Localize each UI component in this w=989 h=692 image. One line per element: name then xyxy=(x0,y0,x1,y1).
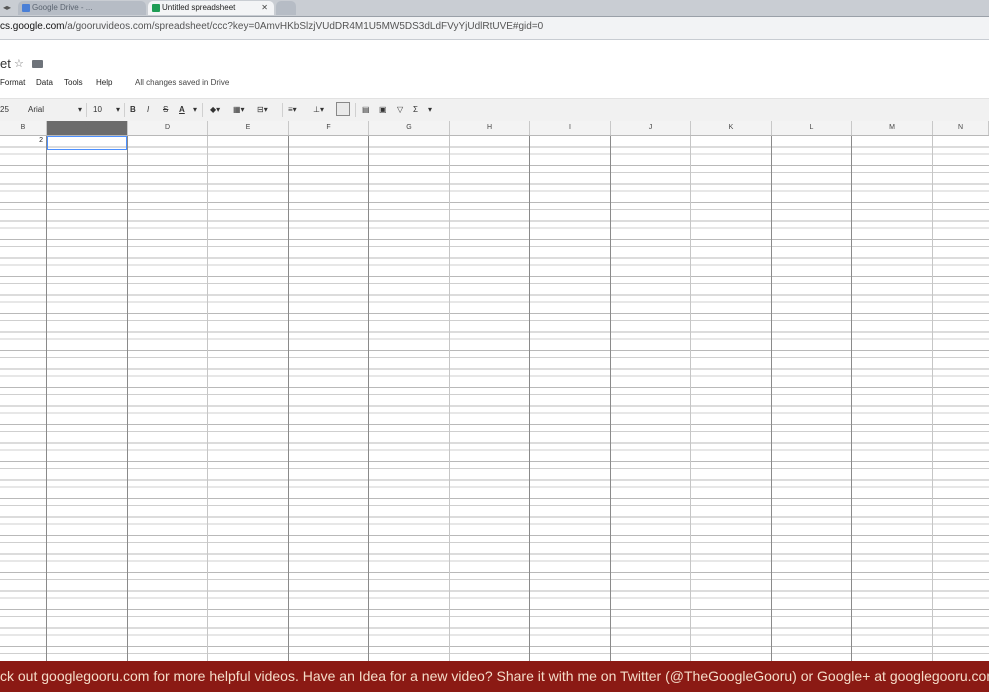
column-gridline xyxy=(932,136,933,661)
browser-tab-bar: ◂▸ Google Drive - ... Untitled spreadshe… xyxy=(0,0,989,17)
tab-untitled-spreadsheet[interactable]: Untitled spreadsheet ✕ xyxy=(148,1,274,15)
column-header[interactable]: H xyxy=(450,121,530,135)
text-color-button[interactable]: A xyxy=(179,105,185,114)
insert-chart-icon[interactable]: ▣ xyxy=(379,105,387,114)
column-gridline xyxy=(771,136,772,661)
font-family-dropdown[interactable]: Arial xyxy=(28,105,44,114)
toolbar-divider xyxy=(86,103,87,117)
column-gridline xyxy=(449,136,450,661)
tab-label: Google Drive - ... xyxy=(32,3,93,12)
chevron-down-icon[interactable]: ▾ xyxy=(78,105,82,114)
column-gridline xyxy=(851,136,852,661)
formatting-toolbar: 25 Arial ▾ 10 ▾ B I S A ▾ ◆▾ ▦▾ ⊟▾ ≡▾ ⊥▾… xyxy=(0,98,989,122)
column-header[interactable]: L xyxy=(772,121,852,135)
column-header[interactable]: N xyxy=(933,121,989,135)
column-header[interactable]: F xyxy=(289,121,369,135)
star-icon[interactable]: ☆ xyxy=(14,57,24,70)
url-domain: cs.google.com xyxy=(0,21,65,32)
borders-icon[interactable]: ▦▾ xyxy=(233,105,245,114)
toolbar-divider xyxy=(282,103,283,117)
column-gridline xyxy=(529,136,530,661)
save-status: All changes saved in Drive xyxy=(135,78,230,87)
column-gridline xyxy=(610,136,611,661)
selected-cell[interactable] xyxy=(47,136,127,150)
insert-comment-icon[interactable]: ▤ xyxy=(362,105,370,114)
font-size-dropdown[interactable]: 10 xyxy=(93,105,102,114)
column-header-selected[interactable]: C xyxy=(47,121,128,135)
merge-cells-icon[interactable]: ⊟▾ xyxy=(257,105,268,114)
column-header[interactable]: I xyxy=(530,121,611,135)
column-header[interactable]: G xyxy=(369,121,450,135)
document-title[interactable]: et xyxy=(0,56,11,71)
menu-data[interactable]: Data xyxy=(36,78,53,87)
column-header[interactable]: E xyxy=(208,121,289,135)
chevron-down-icon[interactable]: ▾ xyxy=(193,105,197,114)
menu-help[interactable]: Help xyxy=(96,78,112,87)
column-gridline xyxy=(368,136,369,661)
wrap-text-button[interactable] xyxy=(336,102,350,116)
tab-google-drive[interactable]: Google Drive - ... xyxy=(18,1,146,15)
filter-icon[interactable]: ▽ xyxy=(397,105,403,114)
vertical-align-icon[interactable]: ⊥▾ xyxy=(313,105,324,114)
chevron-down-icon[interactable]: ▾ xyxy=(116,105,120,114)
menu-tools[interactable]: Tools xyxy=(64,78,83,87)
tab-nav-arrows-icon[interactable]: ◂▸ xyxy=(3,3,11,12)
sheets-favicon-icon xyxy=(152,4,160,12)
menu-format[interactable]: Format xyxy=(0,78,25,87)
fill-color-icon[interactable]: ◆▾ xyxy=(210,105,220,114)
banner-text: ck out googlegooru.com for more helpful … xyxy=(0,668,989,684)
functions-button[interactable]: Σ xyxy=(413,105,418,114)
column-headers: B C D E F G H I J K L M N xyxy=(0,121,989,136)
column-gridline xyxy=(288,136,289,661)
folder-icon[interactable] xyxy=(32,60,43,68)
column-header[interactable]: M xyxy=(852,121,933,135)
bold-button[interactable]: B xyxy=(130,105,136,114)
spreadsheet-grid[interactable]: B C D E F G H I J K L M N 2 xyxy=(0,121,989,661)
horizontal-align-icon[interactable]: ≡▾ xyxy=(288,105,297,114)
toolbar-divider xyxy=(355,103,356,117)
url-text[interactable]: cs.google.com/a/gooruvideos.com/spreadsh… xyxy=(0,21,543,32)
drive-favicon-icon xyxy=(22,4,30,12)
chevron-down-icon[interactable]: ▾ xyxy=(428,105,432,114)
strikethrough-button[interactable]: S xyxy=(163,105,168,114)
column-gridline xyxy=(207,136,208,661)
column-gridline xyxy=(690,136,691,661)
column-header[interactable]: B xyxy=(0,121,47,135)
column-header[interactable]: J xyxy=(611,121,691,135)
address-bar[interactable]: cs.google.com/a/gooruvideos.com/spreadsh… xyxy=(0,17,989,40)
tab-label: Untitled spreadsheet xyxy=(162,3,236,12)
column-gridline xyxy=(127,136,128,661)
cell-b1-value[interactable]: 2 xyxy=(20,137,43,144)
column-header[interactable]: K xyxy=(691,121,772,135)
column-header[interactable]: D xyxy=(128,121,208,135)
italic-button[interactable]: I xyxy=(147,105,149,114)
close-icon[interactable]: ✕ xyxy=(261,1,268,15)
zoom-dropdown[interactable]: 25 xyxy=(0,105,9,114)
url-path: /a/gooruvideos.com/spreadsheet/ccc?key=0… xyxy=(64,21,544,32)
cell-area[interactable] xyxy=(0,136,989,661)
toolbar-divider xyxy=(124,103,125,117)
promo-banner: ck out googlegooru.com for more helpful … xyxy=(0,661,989,692)
new-tab-button[interactable] xyxy=(276,1,296,15)
toolbar-divider xyxy=(202,103,203,117)
column-gridline xyxy=(46,136,47,661)
